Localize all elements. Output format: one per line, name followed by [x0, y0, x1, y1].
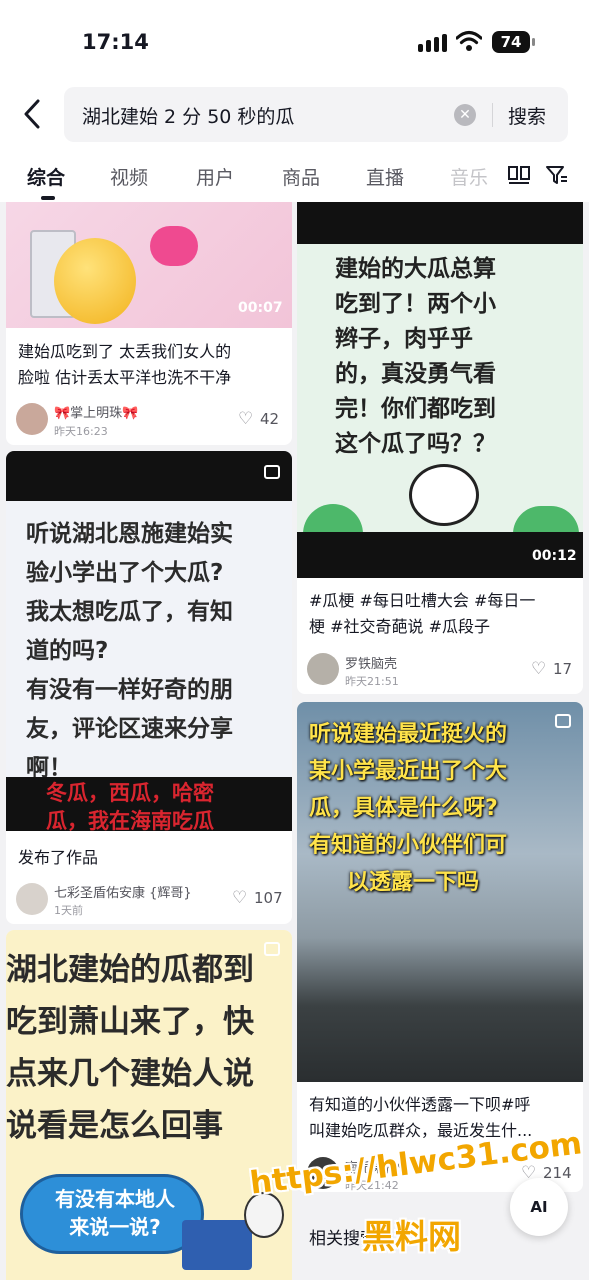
card-title: #瓜梗 #每日吐槽大会 #每日一 梗 #社交奇葩说 #瓜段子 [309, 591, 536, 636]
tab-live[interactable]: 直播 [366, 163, 404, 190]
tab-music[interactable]: 音乐 [450, 163, 488, 190]
result-card-3[interactable]: 听说湖北恩施建始实 验小学出了个大瓜? 我太想吃瓜了，有知 道的吗? 有没有一样… [6, 451, 292, 924]
avatar[interactable] [307, 653, 339, 685]
double-column-icon[interactable] [507, 164, 531, 186]
result-card-4[interactable]: 听说建始最近挺火的 某小学最近出了个大 瓜，具体是什么呀? 有知道的小伙伴们可 … [297, 702, 583, 1192]
tab-users[interactable]: 用户 [196, 163, 234, 190]
tab-products[interactable]: 商品 [282, 163, 320, 190]
avatar[interactable] [16, 403, 48, 435]
bush-image [513, 506, 579, 534]
tab-comprehensive[interactable]: 综合 [27, 163, 65, 190]
search-button[interactable]: 搜索 [508, 102, 546, 129]
author-name[interactable]: 七彩圣盾佑安康 {辉哥} [54, 882, 192, 901]
card-cover: 建始的大瓜总算 吃到了！两个小 辫子，肉乎乎 的，真没勇气看 完！你们都吃到 这… [297, 202, 583, 578]
like-count: 107 [254, 889, 283, 907]
heart-icon[interactable]: ♡ [531, 659, 546, 679]
heart-icon[interactable]: ♡ [238, 409, 253, 429]
avatar[interactable] [16, 883, 48, 915]
card-cover: 听说湖北恩施建始实 验小学出了个大瓜? 我太想吃瓜了，有知 道的吗? 有没有一样… [6, 451, 292, 831]
post-time: 昨天16:23 [54, 425, 108, 438]
card-title: 发布了作品 [18, 848, 99, 867]
multi-image-icon [264, 465, 280, 479]
search-box[interactable]: 湖北建始 2 分 50 秒的瓜 ✕ 搜索 [64, 87, 568, 142]
author-name[interactable]: 🎀掌上明珠🎀 [54, 402, 138, 421]
card-cover: 湖北建始的瓜都到 吃到萧山来了，快 点来几个建始人说 说看是怎么回事 有没有本地… [6, 930, 292, 1280]
watermark-site: 黑料网 [362, 1217, 461, 1256]
cover-text: 建始的大瓜总算 吃到了！两个小 辫子，肉乎乎 的，真没勇气看 完！你们都吃到 这… [335, 256, 496, 457]
ai-assistant-button[interactable]: AI [510, 1178, 568, 1236]
heart-icon[interactable]: ♡ [232, 888, 247, 908]
post-time: 昨天21:51 [345, 675, 399, 688]
result-card-2[interactable]: 建始的大瓜总算 吃到了！两个小 辫子，肉乎乎 的，真没勇气看 完！你们都吃到 这… [297, 202, 583, 694]
card-cover: 00:07 [6, 202, 292, 328]
search-input[interactable]: 湖北建始 2 分 50 秒的瓜 [82, 102, 294, 129]
emoji-face-image [54, 238, 136, 324]
filter-icon[interactable] [545, 164, 569, 186]
status-time: 17:14 [82, 30, 149, 54]
post-time: 1天前 [54, 904, 83, 917]
search-divider [492, 103, 493, 127]
video-duration: 00:12 [532, 548, 577, 564]
result-card-1[interactable]: 00:07 建始瓜吃到了 太丢我们女人的 脸啦 估计丢太平洋也洗不干净 🎀掌上明… [6, 202, 292, 445]
card-cover: 听说建始最近挺火的 某小学最近出了个大 瓜，具体是什么呀? 有知道的小伙伴们可 … [297, 702, 583, 1082]
search-header: 湖北建始 2 分 50 秒的瓜 ✕ 搜索 [0, 82, 589, 146]
multi-image-icon [555, 714, 571, 728]
wifi-icon [456, 30, 482, 51]
multi-image-icon [264, 942, 280, 956]
clear-icon[interactable]: ✕ [454, 104, 476, 126]
tab-video[interactable]: 视频 [110, 163, 148, 190]
tab-underline [41, 196, 55, 200]
cover-text: 听说建始最近挺火的 某小学最近出了个大 瓜，具体是什么呀? 有知道的小伙伴们可 … [309, 722, 508, 895]
cartoon-dog-image [409, 464, 479, 526]
video-duration: 00:07 [238, 300, 283, 316]
speech-bubble: 有没有本地人 来说一说? [20, 1174, 204, 1254]
bush-image [303, 504, 363, 534]
like-count: 42 [260, 410, 280, 428]
cellular-signal-icon [418, 34, 448, 52]
cover-red-text: 冬瓜，西瓜，哈密 瓜，我在海南吃瓜 [46, 781, 214, 831]
laptop-image [182, 1220, 252, 1270]
battery-icon: 74 [492, 31, 535, 53]
like-count: 17 [553, 660, 573, 678]
author-name[interactable]: 罗铁脑壳 [345, 653, 397, 672]
cover-text: 湖北建始的瓜都到 吃到萧山来了，快 点来几个建始人说 说看是怎么回事 [6, 952, 254, 1144]
back-chevron-icon[interactable] [18, 96, 48, 132]
category-tabs: 综合 视频 用户 商品 直播 音乐 [0, 146, 589, 202]
cover-text: 听说湖北恩施建始实 验小学出了个大瓜? 我太想吃瓜了，有知 道的吗? 有没有一样… [26, 521, 233, 781]
card-title: 建始瓜吃到了 太丢我们女人的 脸啦 估计丢太平洋也洗不干净 [18, 342, 232, 387]
chat-bubble-image [150, 226, 198, 266]
result-card-5[interactable]: 湖北建始的瓜都到 吃到萧山来了，快 点来几个建始人说 说看是怎么回事 有没有本地… [6, 930, 292, 1280]
status-bar: 17:14 74 [0, 0, 589, 82]
